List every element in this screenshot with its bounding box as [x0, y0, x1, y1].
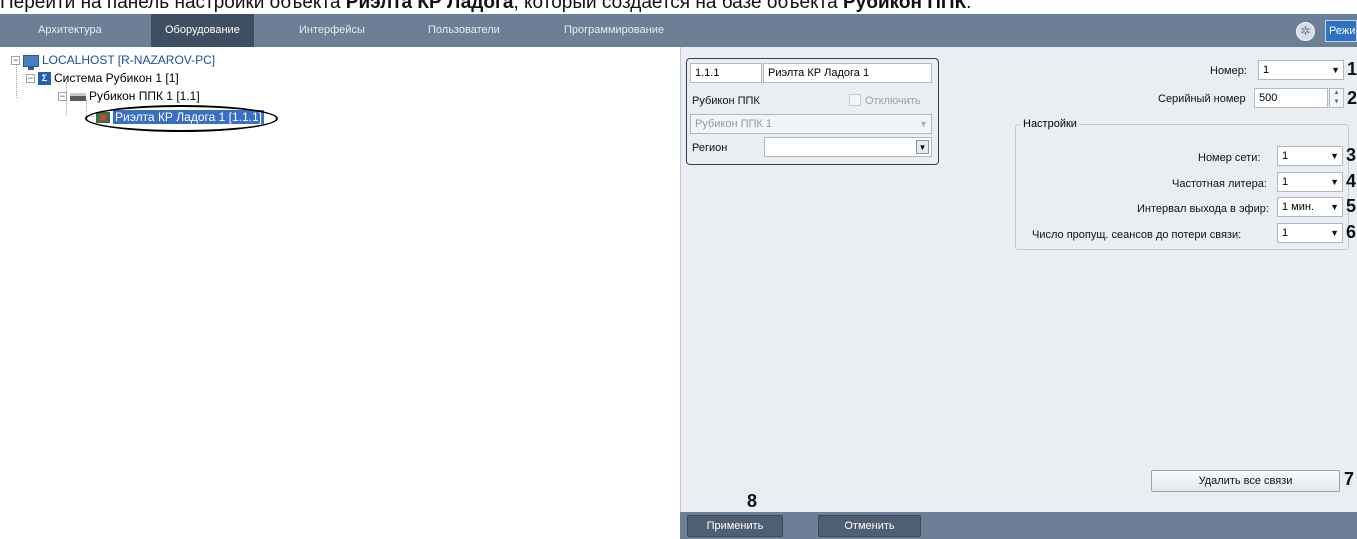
computer-icon — [23, 54, 39, 70]
callout-number: 7 — [1344, 469, 1355, 489]
serial-number-input[interactable]: 500 — [1254, 88, 1328, 108]
callout-number: 2 — [1347, 88, 1357, 108]
tab-architecture[interactable]: Архитектура — [34, 14, 106, 47]
action-bar: Применить Отменить — [680, 512, 1357, 539]
tab-equipment[interactable]: Оборудование — [151, 14, 254, 47]
missed-sessions-value: 1 — [1282, 227, 1289, 239]
mode-button[interactable]: Режим — [1325, 20, 1357, 42]
frequency-letter-value: 1 — [1282, 176, 1289, 188]
caption-suffix: . — [966, 0, 972, 13]
missed-sessions-label: Число пропущ. сеансов до потери связи: — [1032, 229, 1242, 241]
ppk-device-icon — [70, 92, 86, 101]
caption-prefix: Перейти на панель настройки объекта — [0, 0, 346, 13]
object-name-field[interactable]: Риэлта КР Ладога 1 — [763, 63, 932, 83]
frequency-letter-label: Частотная литера: — [1172, 178, 1267, 190]
chevron-down-icon: ▼ — [1331, 65, 1340, 75]
callout-number: 1 — [1347, 59, 1357, 79]
tab-interfaces[interactable]: Интерфейсы — [295, 14, 369, 47]
spin-up-icon[interactable]: ▲ — [1330, 89, 1343, 98]
callout-number: 8 — [747, 491, 758, 511]
apply-button[interactable]: Применить — [687, 515, 783, 537]
disable-label: Отключить — [865, 95, 921, 107]
tree-item-label: Система Рубикон 1 [1] — [54, 71, 179, 85]
callout-number: 6 — [1346, 222, 1357, 242]
object-properties-box: 1.1.1 Риэлта КР Ладога 1 Рубикон ППК Отк… — [686, 58, 939, 165]
network-number-dropdown[interactable]: 1 ▼ — [1277, 146, 1343, 166]
delete-all-links-button[interactable]: Удалить все связи — [1151, 470, 1340, 492]
tab-programming[interactable]: Программирование — [560, 14, 668, 47]
broadcast-interval-label: Интервал выхода в эфир: — [1137, 203, 1269, 215]
number-dropdown-value: 1 — [1263, 64, 1270, 76]
settings-group-title: Настройки — [1020, 117, 1080, 131]
tree-connector — [16, 64, 17, 98]
chevron-down-icon: ▼ — [1330, 202, 1339, 212]
callout-number: 3 — [1346, 145, 1357, 165]
number-dropdown[interactable]: 1 ▼ — [1258, 60, 1344, 80]
tree-item-label: Рубикон ППК 1 [1.1] — [89, 89, 200, 103]
spin-down-icon[interactable]: ▼ — [1330, 98, 1343, 107]
collapse-icon[interactable]: − — [58, 92, 67, 102]
disable-checkbox[interactable] — [849, 94, 861, 106]
chevron-down-icon: ▼ — [1330, 151, 1339, 161]
missed-sessions-dropdown[interactable]: 1 ▼ — [1277, 223, 1343, 243]
collapse-icon[interactable]: − — [11, 56, 20, 66]
cancel-button[interactable]: Отменить — [818, 515, 921, 537]
tree-item-rubicon-ppk[interactable]: − Рубикон ППК 1 [1.1] — [58, 87, 200, 105]
settings-panel: 1.1.1 Риэлта КР Ладога 1 Рубикон ППК Отк… — [680, 47, 1357, 539]
caption-middle: , который создается на базе объекта — [513, 0, 843, 13]
callout-number: 4 — [1346, 171, 1357, 191]
rubicon-system-icon: Σ — [38, 72, 51, 86]
chevron-down-icon[interactable]: ▼ — [916, 140, 929, 154]
settings-gear-icon[interactable]: ✲ — [1296, 22, 1315, 41]
chevron-down-icon: ▼ — [1330, 228, 1339, 238]
caption-bold-object: Риэлта КР Ладога — [345, 0, 514, 13]
caption-bold-parent: Рубикон ППК — [842, 0, 967, 13]
broadcast-interval-dropdown[interactable]: 1 мин. ▼ — [1277, 197, 1343, 217]
parent-label: Рубикон ППК — [692, 95, 760, 107]
object-id-field[interactable]: 1.1.1 — [690, 63, 762, 83]
chevron-down-icon: ▼ — [1330, 177, 1339, 187]
serial-number-label: Серийный номер — [1158, 93, 1246, 105]
number-label: Номер: — [1210, 65, 1247, 77]
network-number-label: Номер сети: — [1198, 152, 1261, 164]
tree-item-localhost[interactable]: − LOCALHOST [R-NAZAROV-PC] — [11, 51, 216, 70]
frequency-letter-dropdown[interactable]: 1 ▼ — [1277, 172, 1343, 192]
network-number-value: 1 — [1282, 150, 1289, 162]
callout-number: 5 — [1346, 196, 1357, 216]
collapse-icon[interactable]: − — [26, 74, 35, 84]
chevron-down-icon: ▼ — [919, 119, 928, 129]
document-caption: Перейти на панель настройки объекта Риэл… — [0, 0, 1357, 14]
object-tree: − LOCALHOST [R-NAZAROV-PC] − Σ Система Руби… — [0, 47, 680, 539]
parent-dropdown[interactable]: Рубикон ППК 1 ▼ — [690, 114, 932, 134]
serial-number-stepper[interactable]: ▲ ▼ — [1329, 88, 1344, 108]
tree-item-label: LOCALHOST [R-NAZAROV-PC] — [42, 53, 216, 67]
broadcast-interval-value: 1 мин. — [1282, 201, 1315, 213]
top-navigation-bar: Архитектура Оборудование Интерфейсы Поль… — [0, 14, 1357, 47]
tree-item-rubicon-system[interactable]: − Σ Система Рубикон 1 [1] — [26, 69, 179, 87]
region-dropdown[interactable]: ▼ — [764, 137, 932, 157]
highlight-ellipse — [85, 105, 278, 132]
tab-users[interactable]: Пользователи — [424, 14, 504, 47]
region-label: Регион — [692, 142, 728, 154]
parent-dropdown-value: Рубикон ППК 1 — [695, 118, 772, 130]
